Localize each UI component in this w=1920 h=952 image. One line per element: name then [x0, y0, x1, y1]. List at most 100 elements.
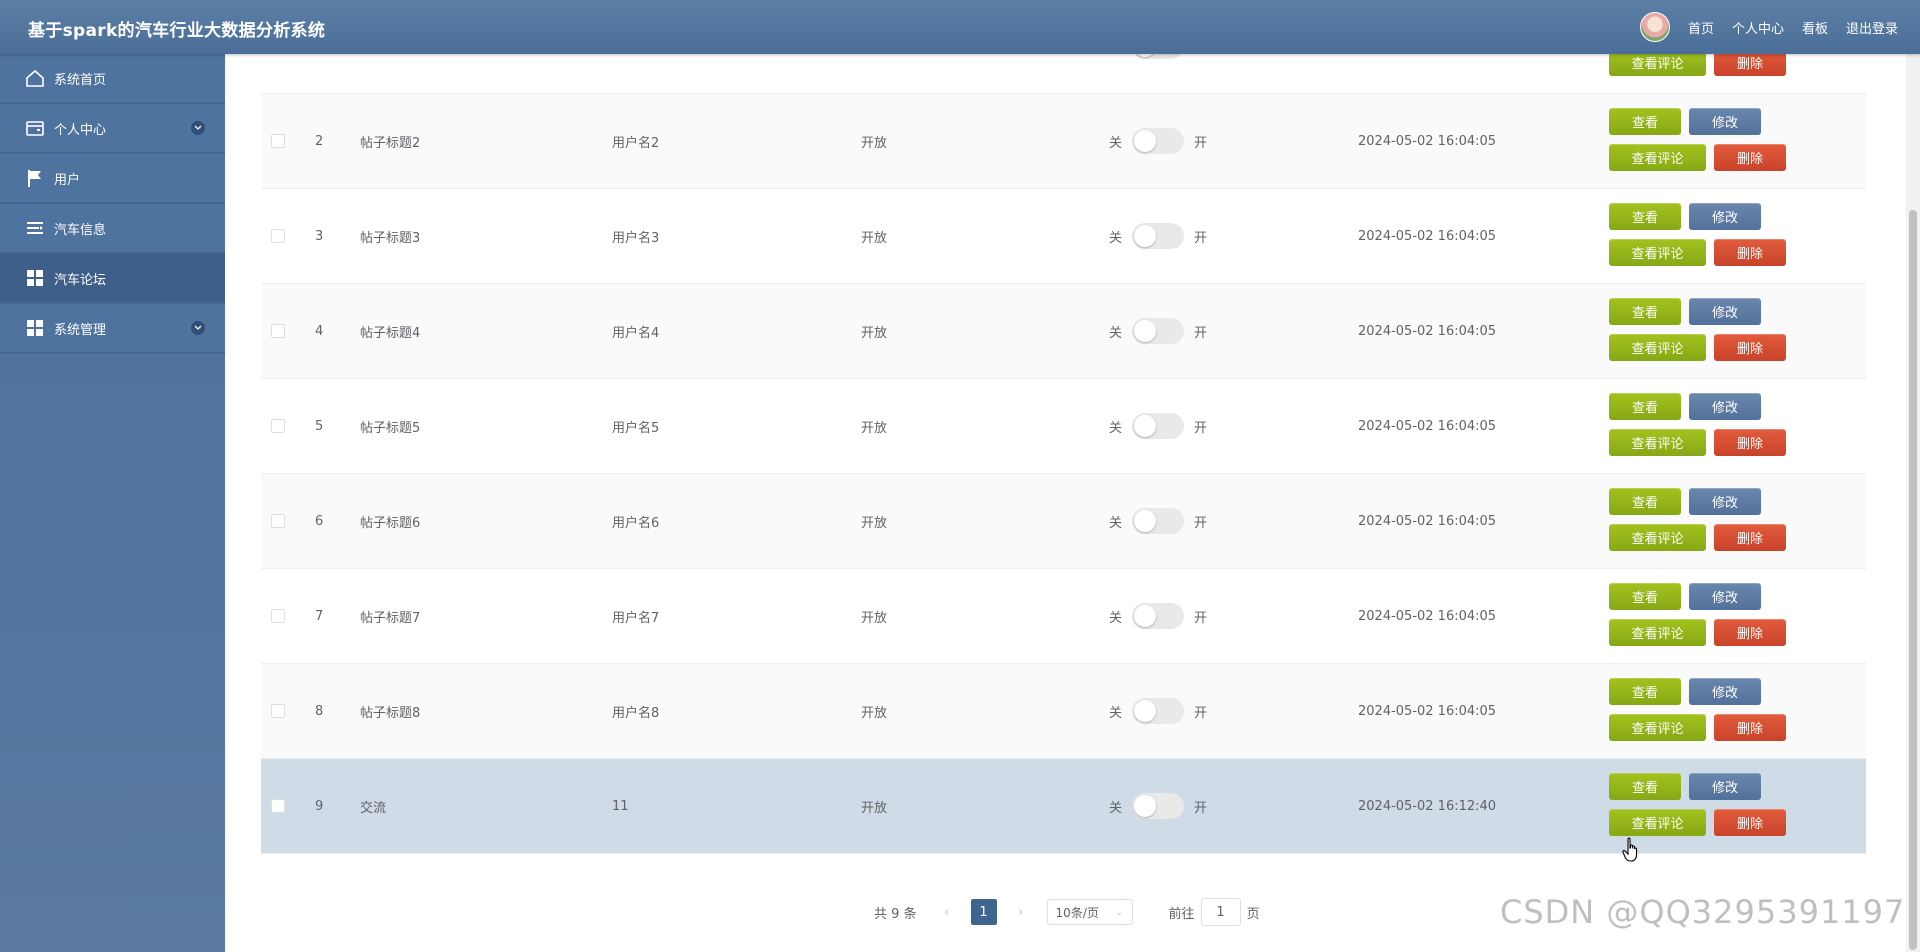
post-status: 开放 — [861, 610, 888, 626]
toggle-switch[interactable] — [1132, 603, 1185, 629]
open-status-switch[interactable]: 关开 — [1109, 94, 1207, 188]
edit-button[interactable]: 修改 — [1689, 583, 1761, 610]
sidebar-item-users[interactable]: 用户 — [0, 154, 225, 204]
edit-button[interactable]: 修改 — [1689, 298, 1761, 325]
nav-profile-link[interactable]: 个人中心 — [1732, 18, 1784, 37]
sidebar-item-car-info[interactable]: 汽车信息 — [0, 204, 225, 254]
table-row[interactable]: 5 帖子标题5 用户名5 开放关开 2024-05-02 16:04:05 查看 修改 查看评… — [261, 379, 1866, 474]
table-row[interactable]: 8 帖子标题8 用户名8 开放关开 2024-05-02 16:04:05 查看 修改 查看评… — [261, 664, 1866, 759]
grid-icon — [24, 267, 46, 289]
edit-button[interactable]: 修改 — [1689, 773, 1761, 800]
view-comments-button[interactable]: 查看评论 — [1609, 619, 1706, 646]
sidebar-item-label: 系统首页 — [54, 72, 107, 88]
next-page-icon[interactable]: › — [1011, 905, 1031, 920]
post-status: 开放 — [861, 135, 888, 151]
delete-button[interactable]: 删除 — [1714, 809, 1786, 836]
logout-link[interactable]: 退出登录 — [1846, 18, 1898, 37]
app-title: 基于spark的汽车行业大数据分析系统 — [28, 21, 326, 41]
post-status: 开放 — [861, 800, 888, 816]
delete-button[interactable]: 删除 — [1714, 239, 1786, 266]
edit-button[interactable]: 修改 — [1689, 203, 1761, 230]
sidebar: 系统首页 个人中心 用户 汽车信息 汽车论坛 系统管理 — [0, 54, 225, 952]
delete-button[interactable]: 删除 — [1714, 429, 1786, 456]
table-row[interactable]: 7 帖子标题7 用户名7 开放关开 2024-05-02 16:04:05 查看 修改 查看评… — [261, 569, 1866, 664]
post-time: 2024-05-02 16:12:40 — [1358, 798, 1497, 814]
view-button[interactable]: 查看 — [1609, 298, 1681, 325]
view-comments-button[interactable]: 查看评论 — [1609, 809, 1706, 836]
switch-on-label: 开 — [1194, 800, 1208, 816]
view-comments-button[interactable]: 查看评论 — [1609, 429, 1706, 456]
switch-off-label: 关 — [1109, 610, 1123, 626]
switch-on-label: 开 — [1194, 610, 1208, 626]
row-checkbox[interactable] — [271, 514, 285, 528]
page-size-select[interactable]: 10条/页 ⌄ — [1046, 899, 1133, 925]
open-status-switch[interactable]: 关开 — [1109, 189, 1207, 283]
row-index: 4 — [315, 323, 324, 339]
toggle-switch[interactable] — [1132, 413, 1185, 439]
row-index: 7 — [315, 608, 324, 624]
prev-page-icon[interactable]: ‹ — [937, 905, 957, 920]
view-button[interactable]: 查看 — [1609, 393, 1681, 420]
chevron-down-icon — [191, 121, 205, 135]
view-button[interactable]: 查看 — [1609, 203, 1681, 230]
row-checkbox[interactable] — [271, 134, 285, 148]
view-comments-button[interactable]: 查看评论 — [1609, 334, 1706, 361]
edit-button[interactable]: 修改 — [1689, 108, 1761, 135]
row-checkbox[interactable] — [271, 324, 285, 338]
delete-button[interactable]: 删除 — [1714, 619, 1786, 646]
sidebar-item-car-forum[interactable]: 汽车论坛 — [0, 254, 225, 304]
edit-button[interactable]: 修改 — [1689, 488, 1761, 515]
view-comments-button[interactable]: 查看评论 — [1609, 714, 1706, 741]
toggle-switch[interactable] — [1132, 793, 1185, 819]
sidebar-item-system-management[interactable]: 系统管理 — [0, 304, 225, 354]
table-row[interactable]: 3 帖子标题3 用户名3 开放关开 2024-05-02 16:04:05 查看 修改 查看评… — [261, 189, 1866, 284]
view-comments-button[interactable]: 查看评论 — [1609, 239, 1706, 266]
sidebar-item-profile[interactable]: 个人中心 — [0, 104, 225, 154]
open-status-switch[interactable]: 关开 — [1109, 284, 1207, 378]
view-button[interactable]: 查看 — [1609, 488, 1681, 515]
chevron-down-icon — [191, 321, 205, 335]
delete-button[interactable]: 删除 — [1714, 334, 1786, 361]
row-checkbox[interactable] — [271, 229, 285, 243]
post-username: 11 — [612, 798, 629, 814]
toggle-switch[interactable] — [1132, 698, 1185, 724]
post-title: 帖子标题4 — [360, 325, 421, 341]
toggle-switch[interactable] — [1132, 223, 1185, 249]
edit-button[interactable]: 修改 — [1689, 393, 1761, 420]
delete-button[interactable]: 删除 — [1714, 144, 1786, 171]
sidebar-item-label: 汽车论坛 — [54, 272, 107, 288]
nav-home-link[interactable]: 首页 — [1688, 18, 1714, 37]
row-checkbox[interactable] — [271, 419, 285, 433]
open-status-switch[interactable]: 关开 — [1109, 379, 1207, 473]
page-number-current[interactable]: 1 — [970, 899, 997, 925]
edit-button[interactable]: 修改 — [1689, 678, 1761, 705]
view-comments-button[interactable]: 查看评论 — [1609, 524, 1706, 551]
table-row[interactable]: 6 帖子标题6 用户名6 开放关开 2024-05-02 16:04:05 查看 修改 查看评… — [261, 474, 1866, 569]
open-status-switch[interactable]: 关开 — [1109, 474, 1207, 568]
open-status-switch[interactable]: 关开 — [1109, 569, 1207, 663]
goto-page-input[interactable]: 1 — [1200, 898, 1241, 926]
view-button[interactable]: 查看 — [1609, 773, 1681, 800]
delete-button[interactable]: 删除 — [1714, 714, 1786, 741]
view-comments-button[interactable]: 查看评论 — [1609, 144, 1706, 171]
sidebar-item-home[interactable]: 系统首页 — [0, 54, 225, 104]
toggle-switch[interactable] — [1132, 128, 1185, 154]
row-checkbox[interactable] — [271, 704, 285, 718]
table-row[interactable]: 2 帖子标题2 用户名2 开放关开 2024-05-02 16:04:05 查看 修改 查看评… — [261, 94, 1866, 189]
toggle-switch[interactable] — [1132, 318, 1185, 344]
row-checkbox[interactable] — [271, 799, 285, 813]
user-avatar[interactable] — [1639, 12, 1670, 42]
view-button[interactable]: 查看 — [1609, 583, 1681, 610]
open-status-switch[interactable]: 关开 — [1109, 664, 1207, 758]
open-status-switch[interactable]: 关开 — [1109, 759, 1207, 853]
table-row[interactable]: 4 帖子标题4 用户名4 开放关开 2024-05-02 16:04:05 查看 修改 查看评… — [261, 284, 1866, 379]
post-title: 帖子标题8 — [360, 705, 421, 721]
row-checkbox[interactable] — [271, 609, 285, 623]
nav-dashboard-link[interactable]: 看板 — [1802, 18, 1828, 37]
scrollbar-thumb[interactable] — [1909, 210, 1917, 950]
view-button[interactable]: 查看 — [1609, 108, 1681, 135]
switch-off-label: 关 — [1109, 800, 1123, 816]
toggle-switch[interactable] — [1132, 508, 1185, 534]
delete-button[interactable]: 删除 — [1714, 524, 1786, 551]
view-button[interactable]: 查看 — [1609, 678, 1681, 705]
